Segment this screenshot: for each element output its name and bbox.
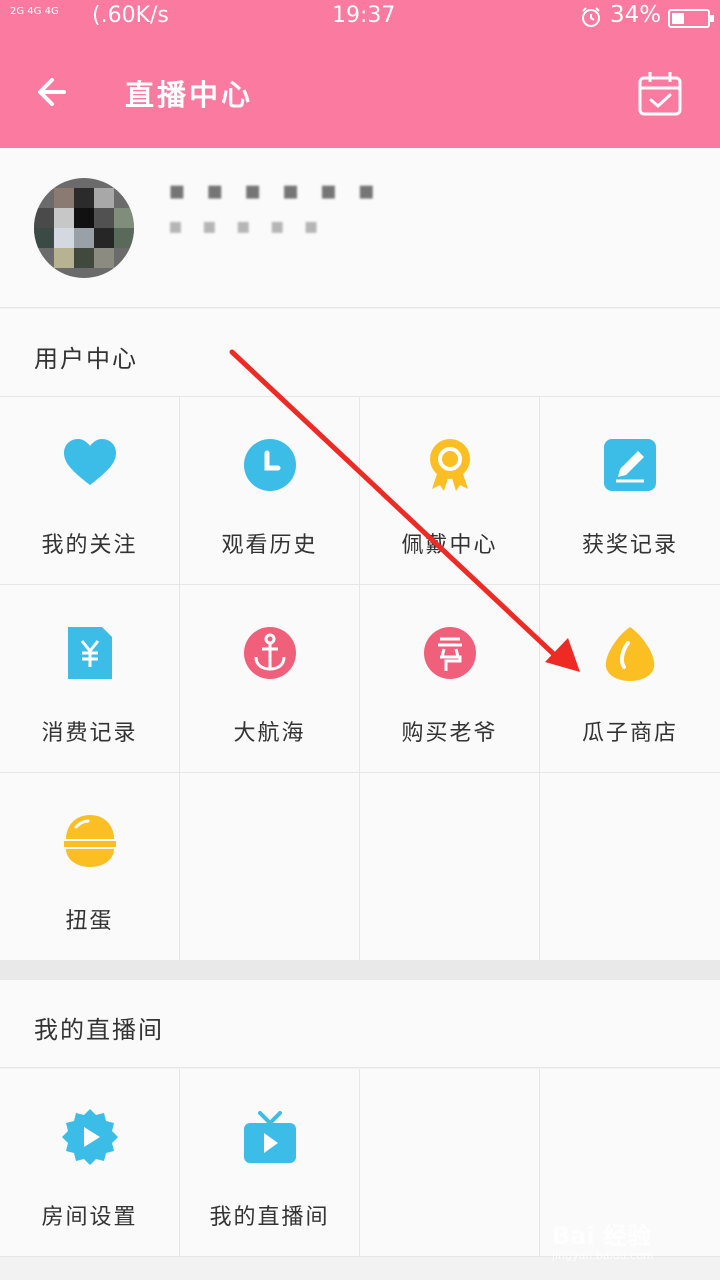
seed-icon [605,627,655,681]
menu-label: 瓜子商店 [581,721,678,746]
yuan-receipt-icon [68,627,112,679]
empty-cell [360,1069,540,1257]
empty-cell [540,773,720,961]
user-center-grid: 我的关注 观看历史 佩戴中心 获奖记录 消费记录 大航海 购买老爷 瓜子商店 扭… [0,397,720,961]
battery-percent: 34% [610,2,662,28]
calendar-check-icon[interactable] [634,68,686,120]
menu-item-buy-lord[interactable]: 购买老爷 [360,585,540,773]
watermark: Bai 经验 jingyan.baidu.com [552,1216,654,1262]
battery-icon [668,9,714,28]
medal-icon [430,439,470,491]
menu-item-follows[interactable]: 我的关注 [0,397,180,585]
menu-label: 消费记录 [41,721,138,746]
app-header: 直播中心 [0,36,720,148]
menu-item-room-settings[interactable]: 房间设置 [0,1069,180,1257]
menu-label: 扭蛋 [65,909,114,934]
section-title: 我的直播间 [34,1016,164,1044]
avatar[interactable] [34,178,134,278]
gear-play-icon [62,1109,118,1165]
menu-item-history[interactable]: 观看历史 [180,397,360,585]
menu-label: 我的直播间 [209,1205,330,1230]
section-title: 用户中心 [34,345,138,373]
signal-indicator: 2G 4G 4G [10,6,59,17]
section-user-center: 用户中心 [0,309,720,397]
section-divider [0,960,720,980]
user-name-masked: ▪ ▪ ▪ ▪ ▪ ▪ [168,176,382,206]
menu-item-badge-center[interactable]: 佩戴中心 [360,397,540,585]
watermark-main: Bai 经验 [552,1222,652,1250]
user-info-masked: ▪ ▪ ▪ ▪ ▪ [168,214,325,239]
back-arrow-icon[interactable] [30,70,80,114]
signal-text: 2G 4G 4G [10,6,59,17]
tv-icon [244,1111,296,1163]
clock: 19:37 [332,3,396,28]
menu-item-my-live-room[interactable]: 我的直播间 [180,1069,360,1257]
page-title: 直播中心 [125,78,254,112]
menu-label: 房间设置 [41,1205,138,1230]
clock-icon [244,439,296,491]
user-profile-card[interactable]: ▪ ▪ ▪ ▪ ▪ ▪ ▪ ▪ ▪ ▪ ▪ [0,148,720,308]
menu-label: 观看历史 [221,533,318,558]
anchor-icon [244,627,296,679]
menu-item-awards[interactable]: 获奖记录 [540,397,720,585]
alarm-icon [582,7,600,27]
menu-label: 佩戴中心 [401,533,498,558]
menu-item-voyage[interactable]: 大航海 [180,585,360,773]
menu-label: 获奖记录 [581,533,678,558]
network-speed: (.60K/s [92,3,169,28]
menu-label: 购买老爷 [401,721,498,746]
capsule-icon [64,815,116,867]
empty-cell [360,773,540,961]
section-my-room: 我的直播间 [0,980,720,1068]
menu-item-seed-shop[interactable]: 瓜子商店 [540,585,720,773]
menu-label: 我的关注 [41,533,138,558]
menu-item-spending[interactable]: 消费记录 [0,585,180,773]
menu-item-gacha[interactable]: 扭蛋 [0,773,180,961]
empty-cell [180,773,360,961]
lord-badge-icon [424,627,476,679]
status-bar: 2G 4G 4G (.60K/s 19:37 34% [0,0,720,36]
menu-label: 大航海 [233,721,306,746]
edit-icon [604,439,656,491]
watermark-sub: jingyan.baidu.com [552,1249,654,1262]
heart-icon [64,439,116,485]
